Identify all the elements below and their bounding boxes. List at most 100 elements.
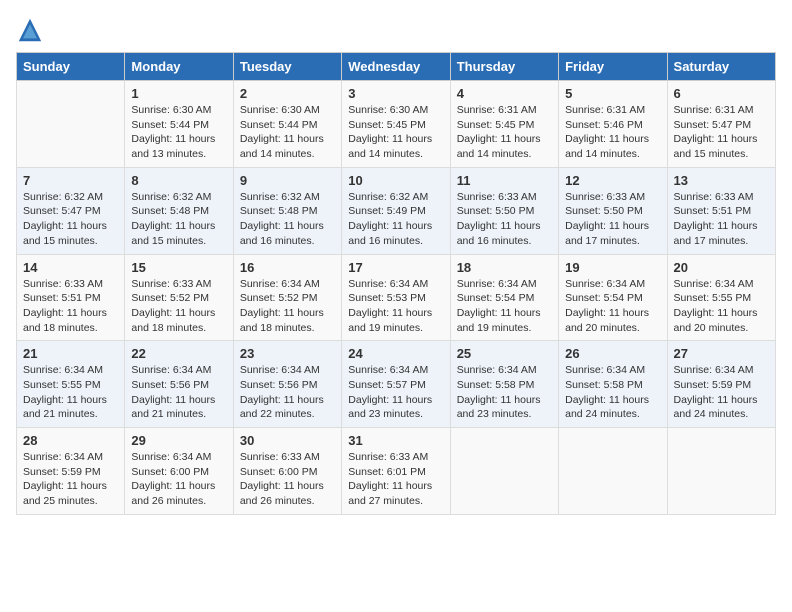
day-number: 3 [348, 86, 443, 101]
calendar-cell: 25 Sunrise: 6:34 AM Sunset: 5:58 PM Dayli… [450, 341, 558, 428]
day-info: Sunrise: 6:34 AM Sunset: 5:53 PM Dayligh… [348, 277, 443, 336]
calendar-cell: 7 Sunrise: 6:32 AM Sunset: 5:47 PM Daylig… [17, 167, 125, 254]
day-info: Sunrise: 6:32 AM Sunset: 5:48 PM Dayligh… [131, 190, 226, 249]
day-info: Sunrise: 6:33 AM Sunset: 5:52 PM Dayligh… [131, 277, 226, 336]
day-info: Sunrise: 6:33 AM Sunset: 5:50 PM Dayligh… [565, 190, 660, 249]
day-number: 29 [131, 433, 226, 448]
day-info: Sunrise: 6:33 AM Sunset: 6:00 PM Dayligh… [240, 450, 335, 509]
day-of-week-tuesday: Tuesday [233, 53, 341, 81]
calendar-cell: 13Sunrise: 6:33 AM Sunset: 5:51 PM Dayli… [667, 167, 775, 254]
calendar-cell: 26 Sunrise: 6:34 AM Sunset: 5:58 PM Dayli… [559, 341, 667, 428]
day-number: 21 [23, 346, 118, 361]
calendar-cell [559, 428, 667, 515]
day-info: Sunrise: 6:34 AM Sunset: 6:00 PM Dayligh… [131, 450, 226, 509]
day-of-week-friday: Friday [559, 53, 667, 81]
calendar-cell: 31 Sunrise: 6:33 AM Sunset: 6:01 PM Dayli… [342, 428, 450, 515]
day-info: Sunrise: 6:30 AM Sunset: 5:45 PM Dayligh… [348, 103, 443, 162]
calendar-cell: 6Sunrise: 6:31 AM Sunset: 5:47 PM Daylig… [667, 81, 775, 168]
day-info: Sunrise: 6:34 AM Sunset: 5:55 PM Dayligh… [23, 363, 118, 422]
page-header [16, 16, 776, 44]
day-info: Sunrise: 6:32 AM Sunset: 5:47 PM Dayligh… [23, 190, 118, 249]
day-number: 16 [240, 260, 335, 275]
calendar-cell: 2 Sunrise: 6:30 AM Sunset: 5:44 PM Daylig… [233, 81, 341, 168]
day-number: 4 [457, 86, 552, 101]
day-of-week-sunday: Sunday [17, 53, 125, 81]
calendar-cell: 28 Sunrise: 6:34 AM Sunset: 5:59 PM Dayli… [17, 428, 125, 515]
calendar-cell: 5 Sunrise: 6:31 AM Sunset: 5:46 PM Daylig… [559, 81, 667, 168]
calendar-week-row: 21 Sunrise: 6:34 AM Sunset: 5:55 PM Dayli… [17, 341, 776, 428]
day-number: 6 [674, 86, 769, 101]
day-of-week-saturday: Saturday [667, 53, 775, 81]
day-number: 9 [240, 173, 335, 188]
day-number: 2 [240, 86, 335, 101]
day-info: Sunrise: 6:31 AM Sunset: 5:45 PM Dayligh… [457, 103, 552, 162]
calendar-cell: 19 Sunrise: 6:34 AM Sunset: 5:54 PM Dayli… [559, 254, 667, 341]
calendar-week-row: 1Sunrise: 6:30 AM Sunset: 5:44 PM Daylig… [17, 81, 776, 168]
day-number: 18 [457, 260, 552, 275]
day-of-week-monday: Monday [125, 53, 233, 81]
calendar-week-row: 7 Sunrise: 6:32 AM Sunset: 5:47 PM Daylig… [17, 167, 776, 254]
day-info: Sunrise: 6:34 AM Sunset: 5:56 PM Dayligh… [131, 363, 226, 422]
day-number: 23 [240, 346, 335, 361]
day-number: 15 [131, 260, 226, 275]
day-number: 28 [23, 433, 118, 448]
day-info: Sunrise: 6:30 AM Sunset: 5:44 PM Dayligh… [240, 103, 335, 162]
calendar-cell: 3 Sunrise: 6:30 AM Sunset: 5:45 PM Daylig… [342, 81, 450, 168]
day-number: 19 [565, 260, 660, 275]
calendar-header-row: SundayMondayTuesdayWednesdayThursdayFrid… [17, 53, 776, 81]
calendar-table: SundayMondayTuesdayWednesdayThursdayFrid… [16, 52, 776, 515]
day-info: Sunrise: 6:34 AM Sunset: 5:56 PM Dayligh… [240, 363, 335, 422]
calendar-cell: 12 Sunrise: 6:33 AM Sunset: 5:50 PM Dayli… [559, 167, 667, 254]
day-info: Sunrise: 6:34 AM Sunset: 5:52 PM Dayligh… [240, 277, 335, 336]
day-info: Sunrise: 6:31 AM Sunset: 5:46 PM Dayligh… [565, 103, 660, 162]
calendar-cell: 20Sunrise: 6:34 AM Sunset: 5:55 PM Dayli… [667, 254, 775, 341]
day-number: 11 [457, 173, 552, 188]
day-info: Sunrise: 6:33 AM Sunset: 5:51 PM Dayligh… [23, 277, 118, 336]
day-number: 31 [348, 433, 443, 448]
calendar-cell: 9 Sunrise: 6:32 AM Sunset: 5:48 PM Daylig… [233, 167, 341, 254]
calendar-cell: 15 Sunrise: 6:33 AM Sunset: 5:52 PM Dayli… [125, 254, 233, 341]
logo [16, 16, 48, 44]
calendar-cell: 29 Sunrise: 6:34 AM Sunset: 6:00 PM Dayli… [125, 428, 233, 515]
day-number: 7 [23, 173, 118, 188]
day-info: Sunrise: 6:30 AM Sunset: 5:44 PM Dayligh… [131, 103, 226, 162]
day-info: Sunrise: 6:33 AM Sunset: 5:51 PM Dayligh… [674, 190, 769, 249]
day-info: Sunrise: 6:34 AM Sunset: 5:58 PM Dayligh… [565, 363, 660, 422]
day-number: 20 [674, 260, 769, 275]
calendar-cell: 27Sunrise: 6:34 AM Sunset: 5:59 PM Dayli… [667, 341, 775, 428]
day-of-week-wednesday: Wednesday [342, 53, 450, 81]
calendar-cell [450, 428, 558, 515]
day-of-week-thursday: Thursday [450, 53, 558, 81]
day-info: Sunrise: 6:33 AM Sunset: 6:01 PM Dayligh… [348, 450, 443, 509]
calendar-cell: 16 Sunrise: 6:34 AM Sunset: 5:52 PM Dayli… [233, 254, 341, 341]
day-info: Sunrise: 6:33 AM Sunset: 5:50 PM Dayligh… [457, 190, 552, 249]
day-info: Sunrise: 6:34 AM Sunset: 5:58 PM Dayligh… [457, 363, 552, 422]
day-number: 5 [565, 86, 660, 101]
day-info: Sunrise: 6:34 AM Sunset: 5:54 PM Dayligh… [565, 277, 660, 336]
day-number: 26 [565, 346, 660, 361]
calendar-cell: 23 Sunrise: 6:34 AM Sunset: 5:56 PM Dayli… [233, 341, 341, 428]
day-number: 12 [565, 173, 660, 188]
calendar-cell: 1Sunrise: 6:30 AM Sunset: 5:44 PM Daylig… [125, 81, 233, 168]
calendar-week-row: 28 Sunrise: 6:34 AM Sunset: 5:59 PM Dayli… [17, 428, 776, 515]
calendar-cell: 8 Sunrise: 6:32 AM Sunset: 5:48 PM Daylig… [125, 167, 233, 254]
day-info: Sunrise: 6:32 AM Sunset: 5:48 PM Dayligh… [240, 190, 335, 249]
calendar-cell: 10 Sunrise: 6:32 AM Sunset: 5:49 PM Dayli… [342, 167, 450, 254]
day-number: 30 [240, 433, 335, 448]
calendar-cell: 11 Sunrise: 6:33 AM Sunset: 5:50 PM Dayli… [450, 167, 558, 254]
calendar-cell: 4 Sunrise: 6:31 AM Sunset: 5:45 PM Daylig… [450, 81, 558, 168]
day-number: 22 [131, 346, 226, 361]
day-number: 25 [457, 346, 552, 361]
calendar-week-row: 14Sunrise: 6:33 AM Sunset: 5:51 PM Dayli… [17, 254, 776, 341]
day-info: Sunrise: 6:32 AM Sunset: 5:49 PM Dayligh… [348, 190, 443, 249]
day-number: 8 [131, 173, 226, 188]
calendar-cell: 22 Sunrise: 6:34 AM Sunset: 5:56 PM Dayli… [125, 341, 233, 428]
calendar-cell [17, 81, 125, 168]
calendar-cell: 21 Sunrise: 6:34 AM Sunset: 5:55 PM Dayli… [17, 341, 125, 428]
day-info: Sunrise: 6:34 AM Sunset: 5:59 PM Dayligh… [23, 450, 118, 509]
day-info: Sunrise: 6:34 AM Sunset: 5:57 PM Dayligh… [348, 363, 443, 422]
calendar-cell: 30 Sunrise: 6:33 AM Sunset: 6:00 PM Dayli… [233, 428, 341, 515]
day-number: 10 [348, 173, 443, 188]
day-info: Sunrise: 6:34 AM Sunset: 5:54 PM Dayligh… [457, 277, 552, 336]
calendar-cell [667, 428, 775, 515]
